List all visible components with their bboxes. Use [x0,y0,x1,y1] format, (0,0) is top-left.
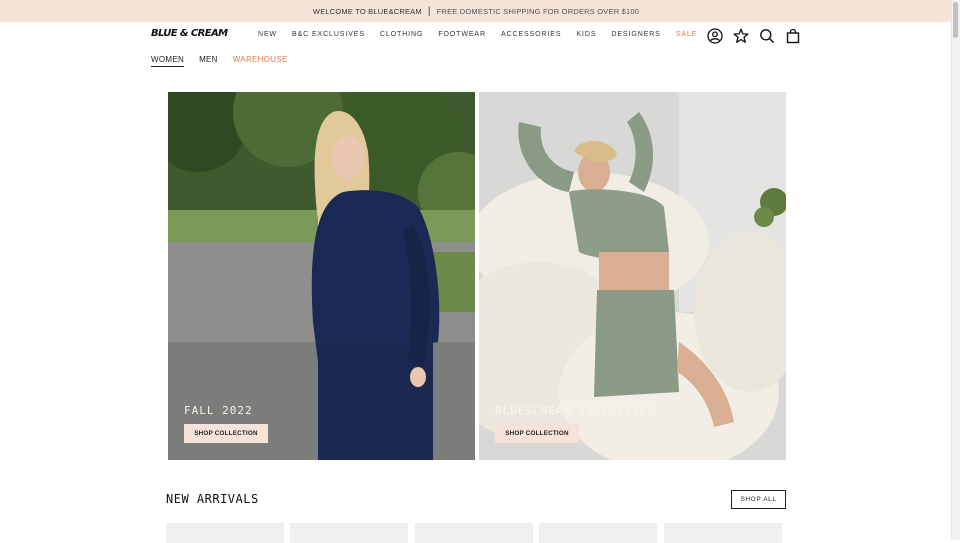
nav-clothing[interactable]: CLOTHING [380,31,423,38]
nav-kids[interactable]: KIDS [576,31,596,38]
announcement-bar: WELCOME TO BLUE&CREAM | FREE DOMESTIC SH… [0,0,952,22]
shop-collection-button[interactable]: SHOP COLLECTION [184,424,268,443]
nav-bc-exclusives[interactable]: B&C EXCLUSIVES [292,31,365,38]
site-header: BLUE & CREAM NEW B&C EXCLUSIVES CLOTHING… [0,22,952,48]
gender-subnav: WOMEN MEN WAREHOUSE [151,55,303,67]
new-arrivals-title: NEW ARRIVALS [166,492,259,506]
announcement-separator: | [427,5,431,17]
nav-new[interactable]: NEW [258,31,277,38]
nav-accessories[interactable]: ACCESSORIES [501,31,561,38]
nav-designers[interactable]: DESIGNERS [611,31,660,38]
product-card[interactable] [664,523,782,543]
shop-all-button[interactable]: SHOP ALL [731,490,786,509]
scrollbar-thumb[interactable] [953,2,958,38]
account-icon[interactable] [706,27,723,44]
subnav-warehouse[interactable]: WAREHOUSE [233,55,288,67]
main-nav: NEW B&C EXCLUSIVES CLOTHING FOOTWEAR ACC… [258,31,712,38]
cart-bag-icon[interactable] [784,27,801,44]
nav-sale[interactable]: SALE [676,31,698,38]
wishlist-star-icon[interactable] [732,27,749,44]
product-card[interactable] [415,523,533,543]
welcome-text: WELCOME TO BLUE&CREAM [312,6,422,16]
brand-logo[interactable]: BLUE & CREAM [151,28,228,39]
nav-footwear[interactable]: FOOTWEAR [438,31,486,38]
hero-fall-2022[interactable]: FALL 2022 SHOP COLLECTION [168,92,475,460]
page-scrollbar[interactable] [951,0,960,540]
hero-title: FALL 2022 [184,404,253,417]
subnav-women[interactable]: WOMEN [151,55,185,67]
shop-collection-button[interactable]: SHOP COLLECTION [495,424,579,443]
product-card[interactable] [539,523,657,543]
hero-bc-exclusives[interactable]: BLUE&CREAM EXCLUSIVES SHOP COLLECTION [479,92,786,460]
product-card[interactable] [290,523,408,543]
hero-title: BLUE&CREAM EXCLUSIVES [495,404,656,417]
subnav-men[interactable]: MEN [199,55,218,67]
header-icons [706,27,810,44]
shipping-text[interactable]: FREE DOMESTIC SHIPPING FOR ORDERS OVER $… [437,7,639,16]
product-card[interactable] [166,523,284,543]
search-icon[interactable] [758,27,775,44]
